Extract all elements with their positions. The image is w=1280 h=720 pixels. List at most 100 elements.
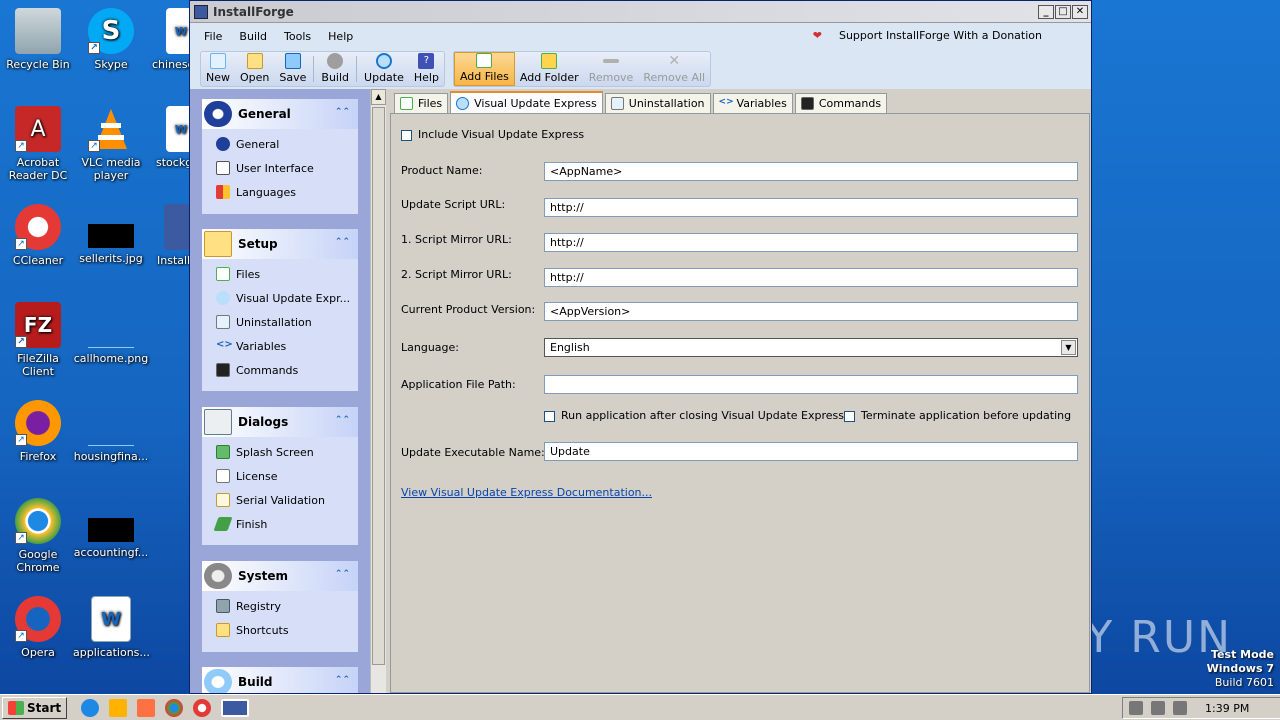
help-button[interactable]: ? Help: [409, 52, 444, 86]
scroll-up-icon[interactable]: ▲: [371, 89, 386, 105]
tab-files[interactable]: Files: [394, 93, 449, 113]
desktop-icon-acrobat[interactable]: A ↗ Acrobat Reader DC: [0, 106, 76, 182]
desktop-icon-recycle-bin[interactable]: Recycle Bin: [0, 8, 76, 71]
new-button[interactable]: New: [201, 52, 235, 86]
run-after-checkbox[interactable]: [544, 410, 555, 422]
desktop-icon-chrome[interactable]: ↗ Google Chrome: [0, 498, 76, 574]
desktop-icon-firefox[interactable]: ↗ Firefox: [0, 400, 76, 463]
nav-item-variables[interactable]: <> Variables: [202, 334, 358, 358]
desktop-icon-callhome[interactable]: callhome.png: [73, 302, 149, 365]
desktop-icon-skype[interactable]: S ↗ Skype: [73, 8, 149, 71]
minimize-button[interactable]: _: [1038, 5, 1054, 19]
tab-variables[interactable]: <> Variables: [712, 93, 793, 113]
tab-commands[interactable]: Commands: [794, 93, 888, 113]
opera-icon[interactable]: [193, 698, 212, 717]
nav-item-registry[interactable]: Registry: [202, 594, 358, 618]
terminate-checkbox[interactable]: [844, 410, 855, 422]
nav-item-languages[interactable]: Languages: [202, 180, 358, 204]
terminate-checkbox-row[interactable]: Terminate application before updating: [844, 409, 1071, 422]
recycle-bin-icon: [15, 8, 61, 54]
desktop-icon-stock[interactable]: W stockg: [146, 106, 190, 169]
remove-button[interactable]: Remove: [584, 52, 639, 86]
maximize-button[interactable]: □: [1055, 5, 1071, 19]
script-url-input[interactable]: http://: [544, 198, 1078, 217]
language-select[interactable]: English ▼: [544, 338, 1078, 357]
app-path-input[interactable]: [544, 375, 1078, 394]
ie-icon[interactable]: [81, 698, 100, 717]
section-header-setup[interactable]: Setup ⌃⌃: [202, 229, 358, 259]
update-button[interactable]: Update: [359, 52, 409, 86]
scroll-thumb[interactable]: [372, 107, 385, 665]
mirror2-input[interactable]: http://: [544, 268, 1078, 287]
nav-item-visual-update-express[interactable]: Visual Update Expr...: [202, 286, 358, 310]
nav-item-files[interactable]: Files: [202, 262, 358, 286]
menu-build[interactable]: Build: [239, 30, 267, 43]
donate-link[interactable]: ❤ Support InstallForge With a Donation: [813, 29, 1059, 42]
run-after-checkbox-row[interactable]: Run application after closing Visual Upd…: [544, 409, 844, 422]
collapse-icon[interactable]: ⌃⌃: [335, 415, 350, 425]
desktop-icon-ccleaner[interactable]: ↗ CCleaner: [0, 204, 76, 267]
window-icon: [216, 161, 230, 175]
collapse-icon[interactable]: ⌃⌃: [335, 107, 350, 117]
desktop-icon-filezilla[interactable]: FZ ↗ FileZilla Client: [0, 302, 76, 378]
nav-item-user-interface[interactable]: User Interface: [202, 156, 358, 180]
start-button[interactable]: Start: [2, 696, 68, 719]
action-center-flag-icon[interactable]: [1173, 701, 1187, 715]
desktop-icon-install[interactable]: Install: [146, 204, 190, 267]
title-bar[interactable]: InstallForge _ □ ✕: [190, 1, 1091, 23]
navigation-scrollbar[interactable]: ▲: [370, 89, 386, 693]
desktop-icon-sellerits[interactable]: sellerits.jpg: [73, 204, 149, 265]
tab-visual-update-express[interactable]: Visual Update Express: [450, 91, 603, 113]
media-player-icon[interactable]: [137, 698, 156, 717]
nav-item-splash-screen[interactable]: Splash Screen: [202, 440, 358, 464]
uninstall-icon: [610, 97, 624, 110]
menu-file[interactable]: File: [204, 30, 222, 43]
explorer-icon[interactable]: [109, 698, 128, 717]
include-vue-checkbox-row[interactable]: Include Visual Update Express: [401, 128, 584, 141]
add-folder-button[interactable]: Add Folder: [515, 52, 584, 86]
collapse-icon[interactable]: ⌃⌃: [335, 569, 350, 579]
documentation-link[interactable]: View Visual Update Express Documentation…: [401, 486, 652, 499]
chevron-down-icon[interactable]: ▼: [1061, 340, 1076, 355]
menu-tools[interactable]: Tools: [284, 30, 311, 43]
window-title: InstallForge: [213, 4, 294, 19]
info-icon: [204, 101, 232, 127]
section-header-system[interactable]: System ⌃⌃: [202, 561, 358, 591]
include-vue-checkbox[interactable]: [401, 129, 412, 141]
nav-item-license[interactable]: License: [202, 464, 358, 488]
add-files-button[interactable]: Add Files: [453, 52, 515, 86]
nav-item-shortcuts[interactable]: Shortcuts: [202, 618, 358, 642]
desktop-icon-opera[interactable]: ↗ Opera: [0, 596, 76, 659]
exe-name-input[interactable]: Update: [544, 442, 1078, 461]
desktop-icon-applications[interactable]: W applications...: [73, 596, 150, 659]
section-header-general[interactable]: General ⌃⌃: [202, 99, 358, 129]
mirror1-input[interactable]: http://: [544, 233, 1078, 252]
section-header-dialogs[interactable]: Dialogs ⌃⌃: [202, 407, 358, 437]
version-input[interactable]: <AppVersion>: [544, 302, 1078, 321]
desktop-icon-vlc[interactable]: ↗ VLC media player: [73, 106, 149, 182]
desktop-icon-accounting[interactable]: accountingf...: [73, 498, 149, 559]
remove-all-button[interactable]: ✕ Remove All: [638, 52, 710, 86]
close-button[interactable]: ✕: [1072, 5, 1088, 19]
nav-item-general[interactable]: General: [202, 132, 358, 156]
clock[interactable]: 1:39 PM: [1205, 702, 1249, 715]
nav-item-uninstallation[interactable]: Uninstallation: [202, 310, 358, 334]
desktop-icon-housing[interactable]: housingfina...: [73, 400, 149, 463]
speaker-icon[interactable]: [1129, 701, 1143, 715]
collapse-icon[interactable]: ⌃⌃: [335, 237, 350, 247]
section-header-build[interactable]: Build ⌃⌃: [202, 667, 358, 693]
tab-uninstallation[interactable]: Uninstallation: [604, 93, 711, 113]
nav-item-finish[interactable]: Finish: [202, 512, 358, 536]
desktop-icon-chinese[interactable]: W chinese: [146, 8, 190, 71]
build-button[interactable]: Build: [316, 52, 354, 86]
open-button[interactable]: Open: [235, 52, 274, 86]
nav-item-commands[interactable]: Commands: [202, 358, 358, 382]
chrome-icon[interactable]: [165, 698, 184, 717]
network-icon[interactable]: [1151, 701, 1165, 715]
collapse-icon[interactable]: ⌃⌃: [335, 675, 350, 685]
nav-item-serial-validation[interactable]: Serial Validation: [202, 488, 358, 512]
installforge-task-icon[interactable]: [221, 698, 250, 717]
save-button[interactable]: Save: [274, 52, 311, 86]
product-name-input[interactable]: <AppName>: [544, 162, 1078, 181]
menu-help[interactable]: Help: [328, 30, 353, 43]
